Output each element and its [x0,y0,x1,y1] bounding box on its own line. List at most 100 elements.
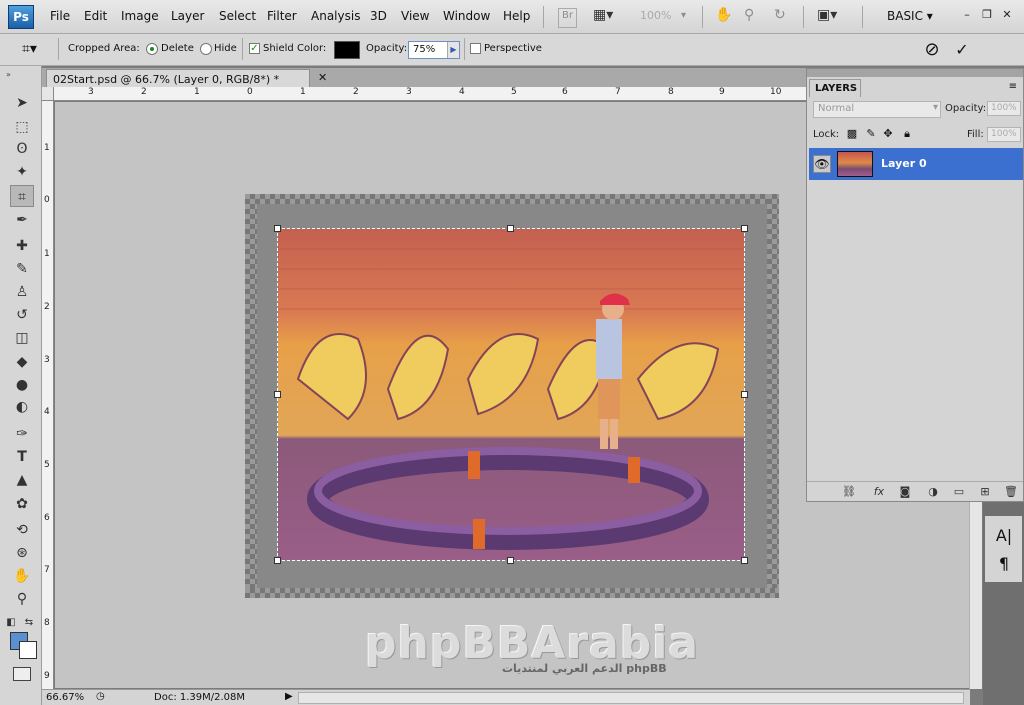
rotate-view-icon[interactable]: ↻ [774,7,786,27]
background-color-swatch[interactable] [19,641,37,659]
status-menu-arrow-icon[interactable]: ▶ [285,691,293,702]
commit-crop-button[interactable]: ✓ [952,40,972,60]
eraser-tool-icon[interactable]: ◫ [10,327,34,349]
restore-button[interactable]: ❐ [980,8,994,22]
blend-mode-select[interactable]: Normal ▾ [813,101,941,118]
delete-radio[interactable] [146,43,158,55]
status-info-icon[interactable]: ◷ [96,691,105,702]
vertical-ruler[interactable]: 1 0 1 2 3 4 5 6 7 8 9 [42,101,54,689]
bridge-button[interactable]: Br [558,8,577,28]
custom-shape-tool-icon[interactable]: ✿ [10,493,34,515]
lock-transparency-icon[interactable]: ▩ [845,127,859,141]
ruler-origin[interactable] [42,87,54,101]
crop-handle-left[interactable] [274,391,281,398]
layer-row[interactable]: 👁︎ Layer 0 [809,148,1023,180]
move-tool-icon[interactable]: ➤ [10,92,34,114]
fill-input[interactable]: 100% [987,127,1021,142]
zoom-level-dropdown[interactable]: 100% [640,9,671,22]
crop-preview-photo[interactable] [277,228,745,561]
crop-tool-preset-icon[interactable]: ⌗▾ [22,41,37,57]
path-selection-tool-icon[interactable]: ▲ [10,469,34,491]
zoom-tool-icon[interactable]: ⚲ [744,7,754,27]
crop-handle-top[interactable] [507,225,514,232]
zoom-tool-icon[interactable]: ⚲ [10,588,34,610]
paragraph-panel-icon[interactable]: ¶ [995,554,1013,574]
shield-checkbox[interactable]: ✓ [249,43,260,54]
crop-handle-top-left[interactable] [274,225,281,232]
healing-brush-tool-icon[interactable]: ✚ [10,235,34,257]
panel-menu-icon[interactable]: ≡ [1009,81,1017,92]
workspace-switcher[interactable]: BASIC ▾ [887,9,933,23]
add-mask-icon[interactable]: ◙ [897,484,913,500]
crop-handle-top-right[interactable] [741,225,748,232]
opacity-input[interactable]: 75% ▶ [408,41,460,59]
shield-color-swatch[interactable] [334,41,360,59]
crop-handle-bottom-left[interactable] [274,557,281,564]
photoshop-logo[interactable]: Ps [8,5,34,29]
3d-orbit-tool-icon[interactable]: ⊛ [10,542,34,564]
horizontal-scrollbar[interactable] [298,692,964,704]
close-button[interactable]: ✕ [1000,8,1014,22]
menu-edit[interactable]: Edit [84,9,107,23]
clone-stamp-tool-icon[interactable]: ♙ [10,281,34,303]
crop-handle-right[interactable] [741,391,748,398]
menu-select[interactable]: Select [219,9,256,23]
panel-grip-icon[interactable]: » [6,70,11,79]
crop-handle-bottom-right[interactable] [741,557,748,564]
hand-tool-icon[interactable]: ✋ [10,565,34,587]
lock-position-icon[interactable]: ✥ [881,127,895,141]
dodge-tool-icon[interactable]: ◐ [10,396,34,418]
menu-analysis[interactable]: Analysis [311,9,360,23]
delete-layer-icon[interactable]: 🗑︎ [1003,484,1019,500]
default-colors-icon[interactable]: ◧ [4,612,18,634]
opacity-slider-arrow-icon[interactable]: ▶ [447,42,459,58]
visibility-eye-icon[interactable]: 👁︎ [813,155,831,173]
layer-name[interactable]: Layer 0 [881,157,927,170]
pen-tool-icon[interactable]: ✑ [10,423,34,445]
panel-grip[interactable] [807,69,1023,77]
close-document-icon[interactable]: ✕ [318,71,327,84]
vertical-scrollbar[interactable] [969,502,982,689]
hide-radio[interactable] [200,43,212,55]
hand-tool-icon[interactable]: ✋ [715,7,732,27]
screen-mode-icon[interactable]: ▦▾ [593,7,613,27]
adjustment-layer-icon[interactable]: ◑ [925,484,941,500]
menu-file[interactable]: File [50,9,70,23]
character-panel-icon[interactable]: A| [995,526,1013,546]
menu-layer[interactable]: Layer [171,9,204,23]
menu-image[interactable]: Image [121,9,159,23]
history-brush-tool-icon[interactable]: ↺ [10,304,34,326]
menu-view[interactable]: View [401,9,429,23]
type-tool-icon[interactable]: T [10,446,34,468]
link-layers-icon[interactable]: ⛓ [841,484,857,500]
lasso-tool-icon[interactable]: ʘ [10,138,34,160]
tab-layers[interactable]: LAYERS [809,79,861,97]
swap-colors-icon[interactable]: ⇆ [22,612,36,634]
crop-handle-bottom[interactable] [507,557,514,564]
document-tab[interactable]: 02Start.psd @ 66.7% (Layer 0, RGB/8*) * [46,69,310,88]
marquee-tool-icon[interactable]: ⬚ [10,116,34,138]
menu-3d[interactable]: 3D [370,9,387,23]
menu-help[interactable]: Help [503,9,530,23]
horizontal-ruler[interactable]: 3 2 1 0 1 2 3 4 5 6 7 8 9 10 [54,87,808,101]
perspective-checkbox[interactable] [470,43,481,54]
brush-tool-icon[interactable]: ✎ [10,258,34,280]
lock-all-icon[interactable]: 🔒︎ [900,127,914,141]
lock-pixels-icon[interactable]: ✎ [864,127,878,141]
menu-filter[interactable]: Filter [267,9,297,23]
3d-rotate-tool-icon[interactable]: ⟲ [10,519,34,541]
eyedropper-tool-icon[interactable]: ✒ [10,209,34,231]
layer-opacity-input[interactable]: 100% [987,101,1021,116]
cancel-crop-button[interactable]: ⊘ [922,40,942,60]
magic-wand-tool-icon[interactable]: ✦ [10,161,34,183]
minimize-button[interactable]: – [960,8,974,22]
new-layer-icon[interactable]: ⊞ [977,484,993,500]
layer-style-icon[interactable]: fx [871,484,887,500]
zoom-status[interactable]: 66.67% [46,692,84,703]
new-group-icon[interactable]: ▭ [951,484,967,500]
arrange-documents-icon[interactable]: ▣▾ [817,7,837,27]
paint-bucket-tool-icon[interactable]: ◆ [10,351,34,373]
blur-tool-icon[interactable]: ● [10,374,34,396]
quick-mask-button[interactable] [13,667,31,681]
crop-tool-icon[interactable]: ⌗ [10,185,34,207]
